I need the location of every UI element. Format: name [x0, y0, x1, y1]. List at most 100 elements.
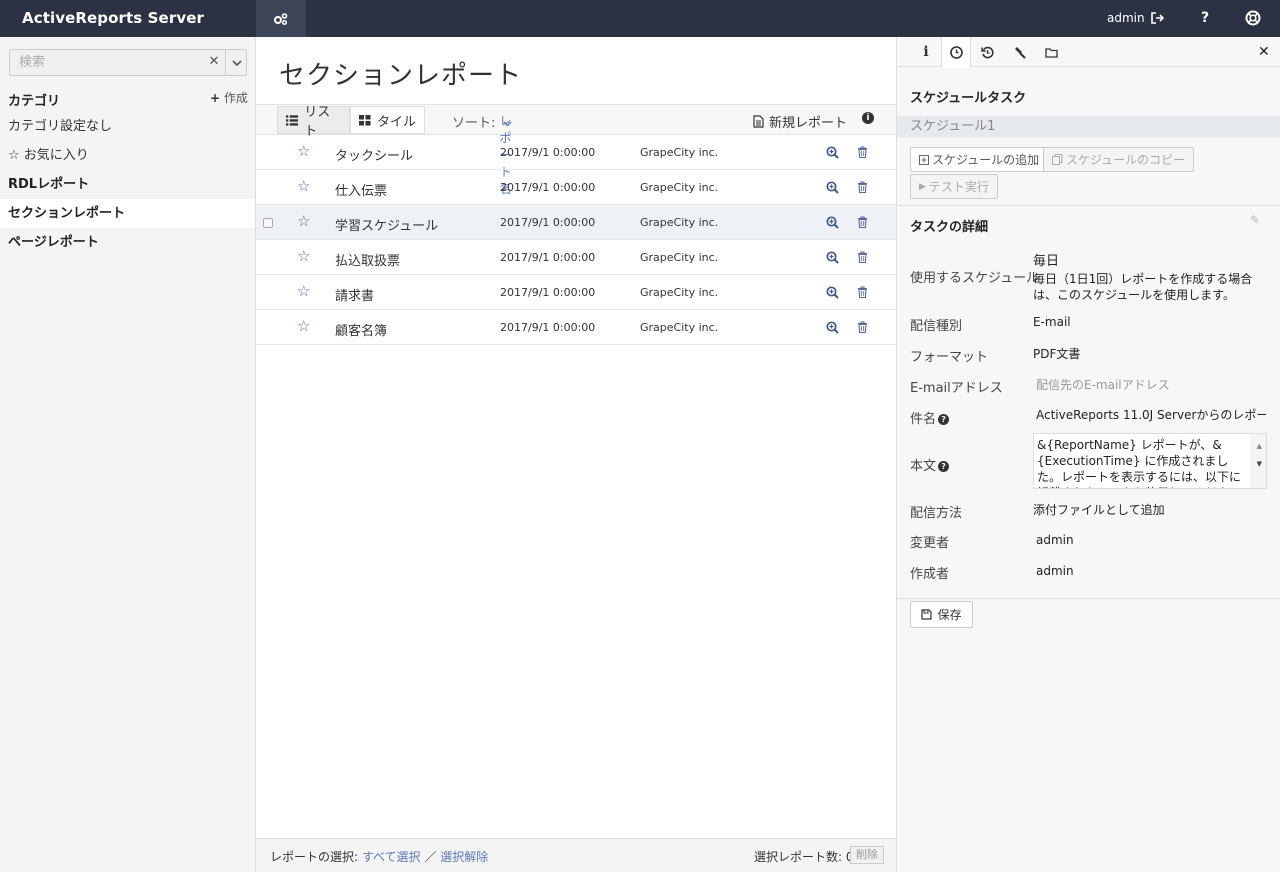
favorite-star-icon[interactable]: ☆ — [297, 282, 310, 300]
report-row[interactable]: ☆ 学習スケジュール 2017/9/1 0:00:00 GrapeCity inc. — [256, 205, 896, 240]
settings-toggle-button[interactable] — [256, 0, 306, 37]
preview-zoom-icon[interactable] — [826, 216, 839, 233]
body-textarea[interactable]: &{ReportName} レポートが、&{ExecutionTime} に作成… — [1033, 433, 1267, 489]
tab-info[interactable]: i — [911, 37, 941, 67]
copy-schedule-button[interactable]: スケジュールのコピー — [1043, 147, 1195, 172]
trash-icon[interactable] — [857, 216, 868, 232]
delivery-type-value[interactable]: E-mail — [1033, 315, 1071, 329]
sidebar-item-favorites[interactable]: ☆ お気に入り — [0, 141, 255, 170]
tab-history[interactable] — [972, 37, 1002, 67]
favorite-star-icon[interactable]: ☆ — [297, 142, 310, 160]
schedule-value[interactable]: 毎日 — [1033, 250, 1059, 269]
plus-icon: + — [210, 91, 221, 105]
report-name[interactable]: タックシール — [335, 145, 413, 164]
trash-icon[interactable] — [857, 321, 868, 337]
format-value[interactable]: PDF文書 — [1033, 345, 1080, 362]
report-date: 2017/9/1 0:00:00 — [500, 286, 596, 299]
tile-view-button[interactable]: タイル — [350, 106, 425, 134]
app-brand[interactable]: ActiveReports Server — [22, 9, 204, 27]
email-field[interactable]: 配信先のE-mailアドレス — [1036, 376, 1170, 393]
list-icon — [286, 114, 299, 126]
row-checkbox[interactable] — [263, 218, 273, 228]
user-menu[interactable]: admin — [1107, 11, 1164, 25]
edit-icon[interactable]: ✎ — [1250, 213, 1260, 227]
sort-dropdown[interactable]: ソート: レポート名 — [452, 112, 512, 196]
support-icon[interactable] — [1244, 9, 1262, 27]
report-row[interactable]: ☆ タックシール 2017/9/1 0:00:00 GrapeCity inc. — [256, 135, 896, 170]
report-name[interactable]: 仕入伝票 — [335, 180, 387, 199]
preview-zoom-icon[interactable] — [826, 321, 839, 338]
report-row[interactable]: ☆ 払込取扱票 2017/9/1 0:00:00 GrapeCity inc. — [256, 240, 896, 275]
tab-schedule[interactable] — [941, 37, 971, 68]
test-run-button[interactable]: ▶ テスト実行 — [910, 174, 998, 199]
create-category-button[interactable]: + 作成 — [210, 89, 248, 106]
logout-icon[interactable] — [1150, 12, 1164, 24]
favorite-star-icon[interactable]: ☆ — [297, 317, 310, 335]
report-name[interactable]: 請求書 — [335, 285, 374, 304]
delivery-method-value[interactable]: 添付ファイルとして追加 — [1033, 501, 1165, 518]
trash-icon[interactable] — [857, 251, 868, 267]
report-toolbar: リスト タイル ソート: レポート名 新規レポート i — [256, 104, 896, 196]
tile-view-label: タイル — [377, 114, 417, 130]
sidebar: ✕ カテゴリ + 作成 カテゴリ設定なし ☆ お気に入り RDLレポート セクシ… — [0, 37, 256, 872]
copy-icon — [1052, 154, 1063, 165]
trash-icon[interactable] — [857, 181, 868, 197]
subject-field[interactable]: ActiveReports 11.0J Serverからのレポート — [1036, 406, 1266, 423]
schedule-list-item[interactable]: スケジュール1 — [897, 116, 1280, 138]
preview-zoom-icon[interactable] — [826, 181, 839, 198]
preview-zoom-icon[interactable] — [826, 251, 839, 268]
select-all-link[interactable]: すべて選択 — [362, 850, 421, 864]
sidebar-item-uncategorized[interactable]: カテゴリ設定なし — [0, 112, 255, 141]
new-report-button[interactable]: 新規レポート — [753, 112, 847, 131]
subject-label-text: 件名 — [910, 412, 937, 427]
trash-icon[interactable] — [857, 146, 868, 162]
help-icon[interactable]: ? — [938, 414, 950, 425]
task-details-title: タスクの詳細 — [910, 220, 989, 235]
trash-icon[interactable] — [857, 286, 868, 302]
delete-button[interactable]: 削除 — [850, 846, 884, 864]
selected-count: 選択レポート数: 0 — [754, 848, 854, 865]
sidebar-item-label: セクションレポート — [8, 206, 126, 221]
play-icon: ▶ — [919, 181, 926, 192]
scroll-down-icon[interactable]: ▼ — [1257, 456, 1262, 472]
search-input[interactable] — [10, 50, 200, 75]
tab-folder[interactable] — [1036, 37, 1066, 67]
sidebar-item-label: お気に入り — [23, 148, 89, 163]
body-label: 本文? — [910, 455, 950, 474]
help-icon[interactable]: ? — [938, 461, 950, 472]
test-run-label: テスト実行 — [928, 180, 989, 194]
sidebar-item-rdl-reports[interactable]: RDLレポート — [0, 170, 255, 199]
preview-zoom-icon[interactable] — [826, 286, 839, 303]
folder-icon — [1044, 47, 1058, 58]
favorite-star-icon[interactable]: ☆ — [297, 247, 310, 265]
report-name[interactable]: 顧客名簿 — [335, 320, 387, 339]
report-date: 2017/9/1 0:00:00 — [500, 146, 596, 159]
search-dropdown-button[interactable] — [225, 50, 247, 75]
help-icon[interactable]: ? — [1196, 9, 1214, 27]
selection-controls: レポートの選択: すべて選択 ／ 選択解除 — [270, 848, 488, 865]
sidebar-item-page-reports[interactable]: ページレポート — [0, 228, 255, 257]
sidebar-item-section-reports[interactable]: セクションレポート — [0, 199, 255, 228]
preview-zoom-icon[interactable] — [826, 146, 839, 163]
report-row[interactable]: ☆ 仕入伝票 2017/9/1 0:00:00 GrapeCity inc. — [256, 170, 896, 205]
close-icon[interactable]: ✕ — [1258, 44, 1270, 60]
deselect-link[interactable]: 選択解除 — [440, 850, 488, 864]
divider — [897, 205, 1280, 206]
textarea-scrollbar[interactable]: ▲ ▼ — [1250, 434, 1266, 488]
sidebar-item-label: RDLレポート — [8, 177, 90, 192]
save-button[interactable]: 保存 — [910, 601, 973, 628]
list-view-button[interactable]: リスト — [277, 105, 350, 139]
report-name[interactable]: 学習スケジュール — [335, 215, 438, 234]
add-schedule-button[interactable]: スケジュールの追加 — [910, 147, 1049, 172]
page-title: セクションレポート — [279, 61, 523, 91]
tab-permissions[interactable] — [1004, 37, 1034, 67]
clear-search-icon[interactable]: ✕ — [206, 54, 222, 70]
info-icon[interactable]: i — [862, 112, 874, 124]
report-row[interactable]: ☆ 顧客名簿 2017/9/1 0:00:00 GrapeCity inc. — [256, 310, 896, 345]
scroll-up-icon[interactable]: ▲ — [1257, 438, 1262, 454]
report-author: GrapeCity inc. — [640, 216, 719, 229]
report-name[interactable]: 払込取扱票 — [335, 250, 400, 269]
report-row[interactable]: ☆ 請求書 2017/9/1 0:00:00 GrapeCity inc. — [256, 275, 896, 310]
favorite-star-icon[interactable]: ☆ — [297, 212, 310, 230]
favorite-star-icon[interactable]: ☆ — [297, 177, 310, 195]
